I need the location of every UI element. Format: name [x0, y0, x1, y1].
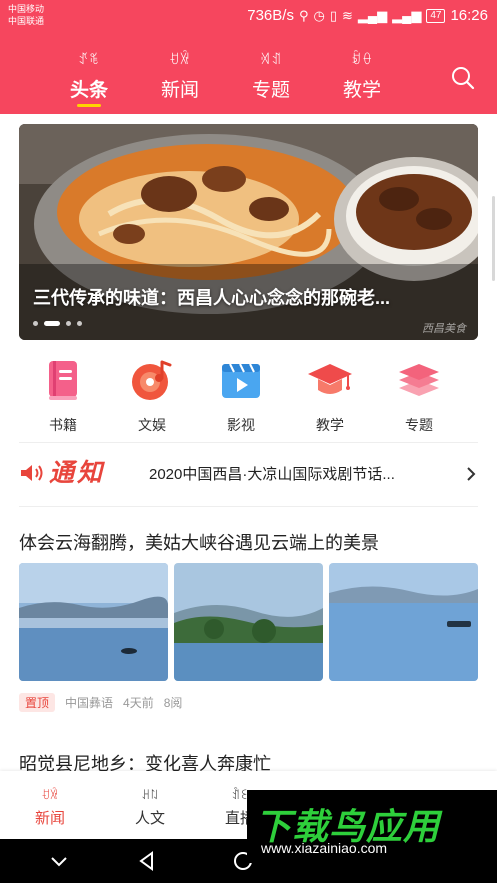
- carousel-dot-active[interactable]: [44, 321, 60, 326]
- article-title[interactable]: 体会云海翻腾，美姑大峡谷遇见云端上的美景: [19, 525, 478, 561]
- tab-label: 头条: [69, 80, 108, 101]
- tab-headlines[interactable]: ꀋꄖ 头条: [44, 34, 134, 107]
- tab-yi-label: ꀋꄖ: [77, 53, 101, 68]
- chevron-right-icon[interactable]: [466, 466, 476, 482]
- tab-yi-label: ꄉꀊ: [259, 53, 283, 68]
- bottom-tab-culture[interactable]: ꃅꇁ 人文: [110, 771, 190, 828]
- book-icon: [49, 361, 77, 400]
- divider: [19, 506, 478, 507]
- location-icon: ⚲: [298, 7, 309, 23]
- article-image[interactable]: [19, 563, 168, 681]
- wifi-icon: ≋: [341, 7, 353, 23]
- banner-caption[interactable]: 三代传承的味道：西昌人心心念念的那碗老...: [33, 284, 463, 310]
- clock: 16:26: [450, 7, 488, 24]
- video-play-icon: [222, 363, 260, 398]
- bottom-tab-yi-label: ꀀꑞ: [41, 789, 59, 802]
- bottom-tab-yi-label: ꃅꇁ: [141, 789, 159, 802]
- category-label: 文娱: [138, 417, 166, 433]
- tab-topics[interactable]: ꄉꀊ 专题: [226, 34, 316, 102]
- article-image[interactable]: [329, 563, 478, 681]
- carrier-1: 中国移动: [8, 4, 45, 14]
- carousel-indicators: [33, 321, 82, 326]
- category-label: 书籍: [49, 417, 77, 433]
- category-books[interactable]: 书籍: [23, 356, 103, 435]
- hide-keyboard-icon[interactable]: [47, 849, 71, 873]
- scrollbar[interactable]: [492, 196, 495, 281]
- layers-icon: [399, 364, 439, 396]
- carousel-dot[interactable]: [77, 321, 82, 326]
- article-source: 中国彝语: [65, 696, 114, 710]
- article-card[interactable]: 体会云海翻腾，美姑大峡谷遇见云端上的美景 置顶 中国彝语 4天前 8阅: [19, 525, 478, 712]
- category-entertainment[interactable]: 文娱: [112, 356, 192, 435]
- category-label: 教学: [316, 417, 344, 433]
- top-navigation: ꀋꄖ 头条 ꀀꑞ 新闻 ꄉꀊ 专题 ꀁꂷ 教学: [0, 34, 497, 114]
- tab-yi-label: ꀁꂷ: [350, 53, 374, 68]
- article-time: 4天前: [123, 696, 154, 710]
- notice-text[interactable]: 2020中国西昌·大凉山国际戏剧节话...: [149, 456, 449, 494]
- alarm-icon: ◷: [313, 7, 325, 23]
- bottom-tab-label: 人文: [134, 810, 165, 827]
- tab-yi-label: ꀀꑞ: [168, 53, 192, 68]
- article-images: [19, 563, 478, 681]
- vibrate-icon: ▯: [329, 7, 337, 23]
- tab-label: 教学: [342, 80, 381, 101]
- category-label: 专题: [405, 417, 433, 433]
- watermark-overlay: 下载鸟应用 www.xiazainiao.com: [247, 790, 497, 863]
- status-bar: 中国移动 中国联通 736B/s ⚲ ◷ ▯ ≋ ▂▄▆ ▂▄▆ 47 16:2…: [0, 0, 497, 34]
- article-reads: 8阅: [163, 696, 183, 710]
- search-icon[interactable]: [451, 66, 475, 90]
- article-meta: 置顶 中国彝语 4天前 8阅: [19, 693, 182, 712]
- signal-icon: ▂▄▆: [357, 7, 388, 23]
- graduation-cap-icon: [308, 364, 352, 394]
- tab-news[interactable]: ꀀꑞ 新闻: [135, 34, 225, 102]
- category-teaching[interactable]: 教学: [290, 356, 370, 435]
- carrier-2: 中国联通: [8, 16, 45, 26]
- notice-bar[interactable]: 通知 2020中国西昌·大凉山国际戏剧节话...: [19, 456, 478, 492]
- carousel-dot[interactable]: [33, 321, 38, 326]
- banner-carousel[interactable]: 三代传承的味道：西昌人心心念念的那碗老... 西昌美食: [19, 124, 478, 340]
- tab-label: 专题: [251, 80, 290, 101]
- status-indicators: 736B/s ⚲ ◷ ▯ ≋ ▂▄▆ ▂▄▆ 47 16:26: [247, 7, 488, 24]
- bottom-tab-label: 新闻: [34, 810, 65, 827]
- notice-title: 通知: [49, 459, 106, 487]
- watermark-url: www.xiazainiao.com: [261, 840, 388, 856]
- tab-label: 新闻: [160, 80, 199, 101]
- bottom-tab-news[interactable]: ꀀꑞ 新闻: [10, 771, 90, 828]
- signal-2-icon: ▂▄▆: [392, 7, 422, 23]
- category-video[interactable]: 影视: [201, 356, 281, 435]
- category-topics[interactable]: 专题: [379, 356, 459, 435]
- pinned-tag: 置顶: [19, 693, 56, 712]
- category-label: 影视: [227, 417, 255, 433]
- tab-teaching[interactable]: ꀁꂷ 教学: [317, 34, 407, 102]
- divider: [19, 442, 478, 443]
- back-icon[interactable]: [135, 849, 159, 873]
- music-disc-icon: [132, 360, 172, 400]
- active-tab-indicator: [77, 104, 101, 107]
- article-image[interactable]: [174, 563, 323, 681]
- speaker-icon: [21, 465, 43, 481]
- battery-level: 47: [426, 8, 446, 23]
- network-speed: 736B/s: [247, 7, 294, 24]
- category-grid: 书籍 文娱 影视 教学 专题: [0, 356, 497, 442]
- carousel-dot[interactable]: [66, 321, 71, 326]
- banner-watermark: 西昌美食: [422, 323, 466, 335]
- carrier-info: 中国移动 中国联通: [8, 3, 44, 27]
